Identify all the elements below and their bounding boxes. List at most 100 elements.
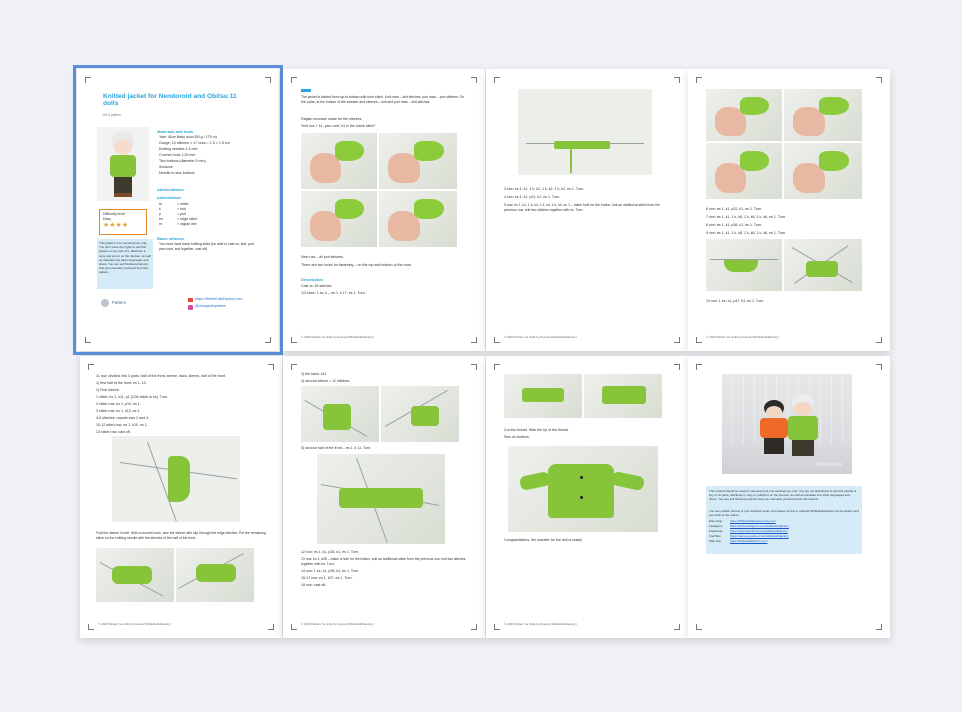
page-footer: © 2023 Pattern for dolls by Ksenia (Whit… (706, 335, 779, 339)
page-footer: © 2023 Pattern for dolls by Ksenia (Whit… (301, 335, 374, 339)
page-footer: © 2023 Pattern for dolls by Ksenia (Whit… (504, 335, 577, 339)
mail-icon (188, 298, 193, 302)
abbreviations-heading: Abbreviations (157, 187, 184, 192)
materials-item: Yarn: Alize Baby wool (50 g / 175 m) (159, 135, 217, 139)
p8-photo-dolls: White Dolls (722, 374, 852, 474)
contact-email[interactable]: https://WhiteDollsFactory.com (195, 297, 242, 302)
p4-photo-2 (784, 89, 862, 141)
materials-item: Knitting needles 1.5 mm (159, 147, 198, 151)
p4-photo-1 (706, 89, 782, 141)
p5-line: 13 stitch row: cast off. (96, 430, 131, 434)
p7-photo-2 (584, 374, 662, 418)
p5-photo-2 (176, 548, 254, 602)
p6-line: 3) the back: k11 (301, 372, 327, 376)
page-4[interactable]: 6 row: es 1, k1, p32, k1, es 1. Turn. 7 … (688, 69, 890, 351)
p6-row: 18 row: cast off. (301, 583, 327, 587)
button-icon (580, 496, 583, 499)
logo-mark-icon (101, 299, 109, 307)
page-3[interactable]: 3 row: es 1, k1, 1 k, k2, 1 k, k2, 1 k, … (486, 69, 688, 351)
p4-row: 8 row: es 1, k1, p38, k1, es 1. Turn. (706, 223, 763, 227)
p5-line: 1) first half of the front: es 1, 10. (96, 381, 147, 385)
p2-photo-3 (301, 191, 377, 247)
notice-box: This pattern is for personal use only. Y… (97, 239, 153, 289)
p8-box-text2: You can publish photos of your finished … (709, 509, 859, 518)
p2-note: There are two holes for fastening – on t… (301, 263, 413, 267)
p5-photo-1 (96, 548, 174, 602)
p7-line: Cut the thread. Hide the tip of the thre… (504, 428, 570, 432)
p6-line: 4) second sleeve = 11 stitches. (301, 379, 351, 383)
button-icon (580, 476, 583, 479)
p4-row: 7 row: es 1, k1, 1 k, k6, 1 k, k6, 1 k, … (706, 215, 787, 219)
basic-heading: Basic stitches (157, 236, 184, 241)
p4-row: 9 row: es 1, k1, 1 k, k8, 1 k, k8, 1 k, … (706, 231, 787, 235)
abbrev-value: = raglan line (177, 222, 197, 226)
p8-link-label: Web site: (709, 539, 722, 543)
p5-line: 2) First sleeve: (96, 388, 120, 392)
p4-last: 10 row: 1 es, k1, p47, k1, es 1. Turn. (706, 299, 765, 303)
p2-photo-2 (379, 133, 457, 189)
cover-doll-photo (97, 127, 149, 201)
p5-photo-sleeve (112, 436, 240, 522)
p2-intro: The jacket is knitted from top to bottom… (301, 95, 465, 104)
materials-item: Crochet hook 1.25 mm (159, 153, 196, 157)
p7-line: Sew on buttons. (504, 435, 530, 439)
materials-item: Scissors (159, 165, 173, 169)
p3-row: 5 row: es 1, k1, 1 k, k4, 1 k, k4, 1 k, … (504, 203, 660, 212)
logo-text: Pattern (112, 300, 127, 305)
contact-instagram[interactable]: @ohmydollspattern (195, 304, 226, 309)
page-7[interactable]: Cut the thread. Hide the tip of the thre… (486, 356, 688, 638)
p6-row: 12 row: es 1, k1, p28, k1, es 1. Turn. (301, 550, 360, 554)
p2-notes-mark (301, 89, 311, 92)
page-8[interactable]: White Dolls This tutorial should be used… (688, 356, 890, 638)
page-footer: © 2023 Pattern for dolls by Ksenia (Whit… (98, 622, 171, 626)
instagram-icon (188, 305, 193, 310)
p3-row: 4 row: es 1, k1, p22, k1, es 1. Turn. (504, 195, 561, 199)
p2-photo-1 (301, 133, 377, 189)
materials-item: Two buttons (diameter 5 mm) (159, 159, 206, 163)
p5-line: 2 stitch row: es 1, p10, es 1. (96, 402, 141, 406)
p7-photo-1 (504, 374, 582, 418)
p5-line: 3 stitch row: es 1, k10, es 1. (96, 409, 141, 413)
page-1-cover[interactable]: Knitted jacket for Nendoroid and Obitsu … (73, 65, 283, 355)
page-5[interactable]: 11 row: divided into 3 parts: half of th… (80, 356, 282, 638)
p2-formula: *knit row + k1, yarn over, k1 in the sam… (301, 124, 376, 128)
p6-row: 14 row: 1 es, k1, p28, k1, es 1. Turn. (301, 569, 360, 573)
p6-photo-2 (381, 386, 459, 442)
p5-line: 1 stitch: es 1, k11, p1 (12th stitch is … (96, 395, 169, 399)
p4-row: 6 row: es 1, k1, p32, k1, es 1. Turn. (706, 207, 763, 211)
watermark: White Dolls (816, 462, 842, 468)
materials-item: Needle to sew buttons (159, 171, 195, 175)
p4-photo-4 (784, 143, 862, 199)
difficulty-box: Difficulty level Easy ★★★★ (99, 209, 147, 235)
p2-after: Next row – all purl stitches. (301, 255, 344, 259)
p3-photo-needles (518, 89, 652, 175)
p4-photo-3 (706, 143, 782, 199)
p5-line: 4-6 stitches: repeat rows 2 and 3. (96, 416, 150, 420)
p2-row1: 1/3 rows: 1 es, k – es 1, k 17, es 1. Tu… (301, 291, 366, 295)
page-footer: © 2023 Pattern for dolls by Ksenia (Whit… (504, 622, 577, 626)
p6-line: 5) second half of the front – es 1, k 11… (301, 446, 372, 450)
p3-row: 3 row: es 1, k1, 1 k, k2, 1 k, k2, 1 k, … (504, 187, 585, 191)
cover-title: Knitted jacket for Nendoroid and Obitsu … (103, 93, 237, 108)
page-6[interactable]: 3) the back: k11 4) second sleeve = 11 s… (283, 356, 485, 638)
page-footer: © 2023 Pattern for dolls by Ksenia (Whit… (301, 622, 374, 626)
p2-raglan: Raglan increase made for the sleeves: (301, 117, 363, 121)
p8-link[interactable]: https://whitedollsfactory.com (730, 539, 767, 544)
page-2[interactable]: The jacket is knitted from top to bottom… (283, 69, 485, 351)
materials-item: Gauge: 10 stitches × 17 rows = 1.5 × 1.5… (159, 141, 230, 145)
p6-row: 15-17 row: es 1, k27, es 1. Turn. (301, 576, 353, 580)
brand-logo: Pattern (101, 297, 141, 309)
p2-photo-4 (379, 191, 457, 247)
cover-subtitle: Art & pattern (103, 113, 121, 117)
p4-photo-5 (706, 239, 782, 291)
p8-info-box: This tutorial should be used for persona… (706, 486, 862, 554)
p7-line: Congratulations, the sweater for the dol… (504, 538, 583, 542)
p5-line: 11 row: divided into 3 parts: half of th… (96, 374, 226, 378)
difficulty-stars: ★★★★ (103, 222, 129, 229)
p6-photo-3 (317, 454, 445, 544)
materials-heading: Materials and tools (157, 129, 194, 134)
p5-line: 10-12 stitch row: es 1, k10, es 1. (96, 423, 148, 427)
basic-text: You must have basic knitting skills (be … (159, 242, 255, 251)
p2-cast: Cast on 18 stitches (301, 284, 332, 288)
abbreviations-subheading: Abbreviations (157, 196, 181, 200)
